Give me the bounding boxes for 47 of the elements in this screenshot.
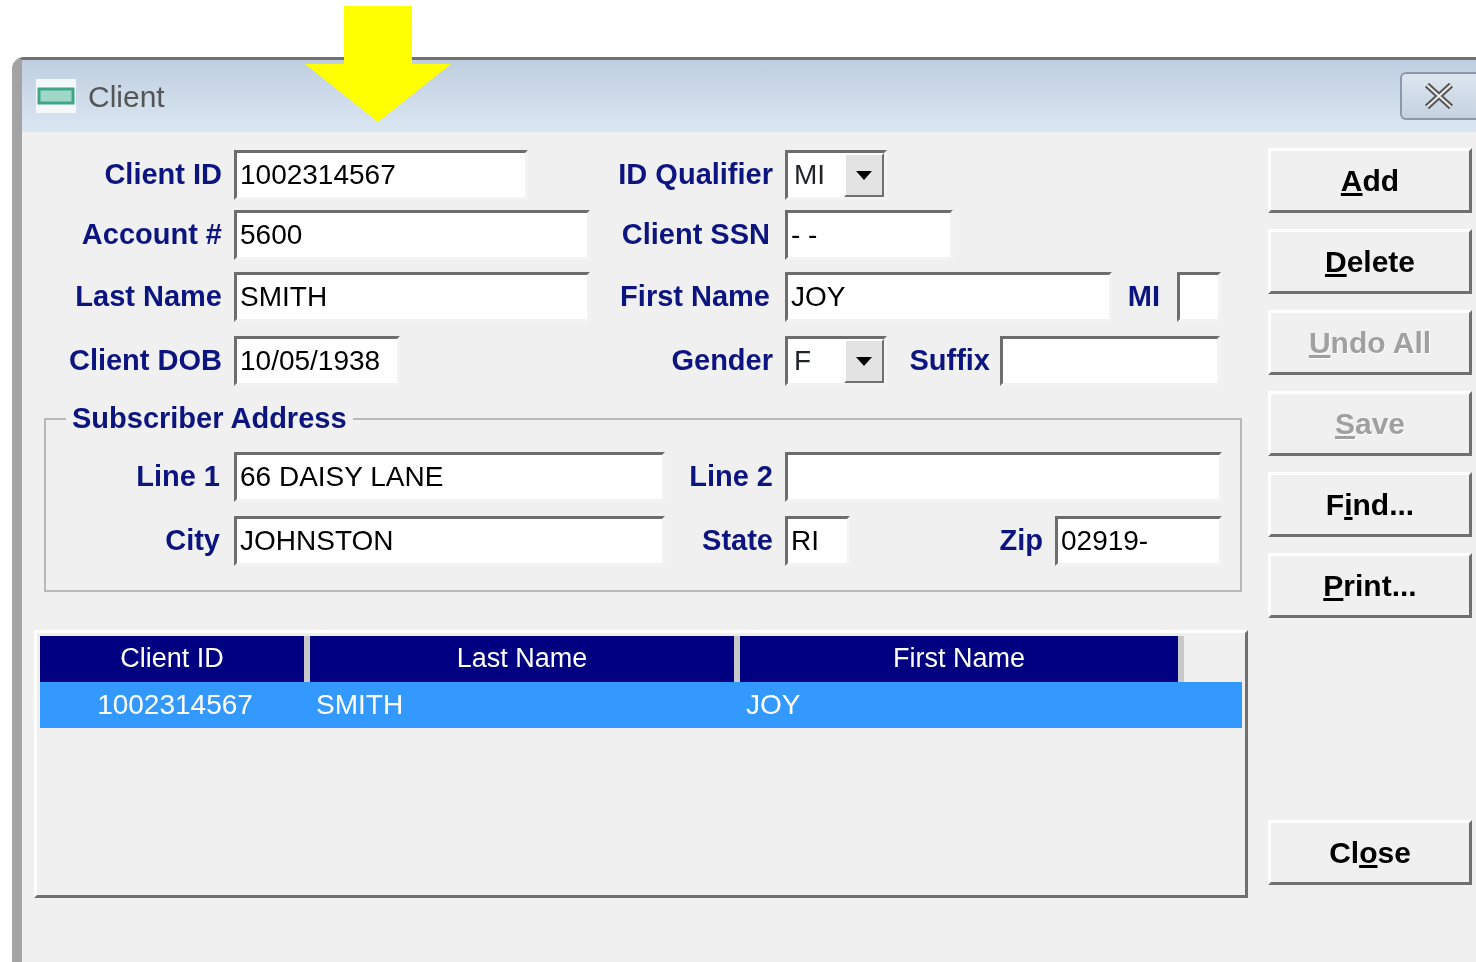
text-field[interactable]: - - [785, 210, 953, 260]
action-button[interactable]: Add [1268, 148, 1472, 213]
table-cell-text: SMITH [315, 688, 405, 722]
text-field[interactable]: JOY [785, 272, 1112, 322]
column-header[interactable]: Last Name [310, 636, 740, 682]
action-button[interactable]: Find... [1268, 472, 1472, 537]
field-label: ID Qualifier [617, 157, 773, 193]
field-label: Line 1 [135, 459, 220, 495]
text-field[interactable]: RI [785, 516, 850, 566]
text-field[interactable]: 1002314567 [234, 150, 528, 200]
text-field[interactable]: 66 DAISY LANE [234, 452, 665, 502]
field-label: MI [1126, 279, 1160, 315]
text-field[interactable] [785, 452, 1222, 502]
action-button[interactable]: Delete [1268, 229, 1472, 294]
field-label: Account # [80, 217, 222, 253]
text-field[interactable]: 10/05/1938 [234, 336, 400, 386]
field-label: State [701, 523, 773, 559]
close-button[interactable] [1400, 72, 1476, 120]
field-label: Last Name [74, 279, 222, 315]
text-field[interactable]: 02919- [1055, 516, 1222, 566]
dropdown-field[interactable]: F [785, 336, 887, 386]
table-cell-text: JOY [745, 688, 802, 722]
text-field[interactable]: JOHNSTON [234, 516, 665, 566]
text-field[interactable]: SMITH [234, 272, 590, 322]
field-label: Suffix [908, 343, 990, 379]
field-label: Gender [670, 343, 773, 379]
table-cell-text: 1002314567 [96, 688, 254, 722]
field-label: Client SSN [620, 217, 770, 253]
field-label: Line 2 [688, 459, 773, 495]
column-header[interactable]: First Name [740, 636, 1184, 682]
field-label: City [164, 523, 220, 559]
text-field[interactable] [1177, 272, 1221, 322]
field-label: Zip [998, 523, 1043, 559]
text-field[interactable] [1000, 336, 1220, 386]
dropdown-arrow-icon [856, 356, 872, 366]
field-label: Client ID [103, 157, 222, 193]
field-label: First Name [619, 279, 770, 315]
action-button[interactable]: Print... [1268, 553, 1472, 618]
window-icon [36, 79, 76, 113]
action-button[interactable]: Close [1268, 820, 1472, 885]
dropdown-arrow-icon [856, 170, 872, 180]
close-icon [1424, 83, 1454, 109]
text-field[interactable]: 5600 [234, 210, 590, 260]
column-header[interactable]: Client ID [40, 636, 310, 682]
dropdown-field[interactable]: MI [785, 150, 887, 200]
field-label: Client DOB [67, 343, 222, 379]
window-title: Client [88, 78, 165, 115]
